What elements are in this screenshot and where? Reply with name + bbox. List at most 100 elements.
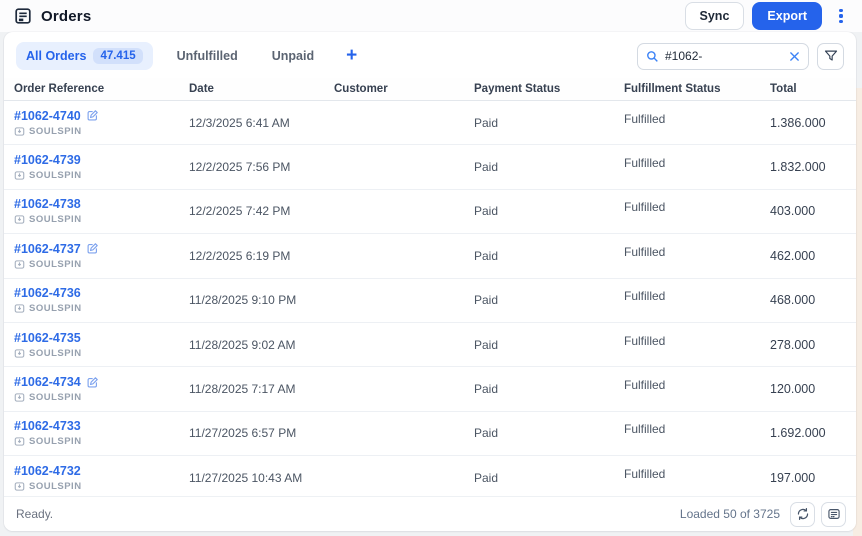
top-bar: Orders Sync Export <box>0 0 862 32</box>
source-tag-icon <box>14 436 25 447</box>
col-payment-status[interactable]: Payment Status <box>470 83 620 95</box>
order-source: SOULSPIN <box>29 436 82 448</box>
order-date: 11/28/2025 9:10 PM <box>189 293 297 308</box>
order-total: 468.000 <box>770 293 816 308</box>
order-link[interactable]: #1062-4732 <box>14 464 81 478</box>
order-date: 11/27/2025 6:57 PM <box>189 426 297 441</box>
order-date: 12/2/2025 7:56 PM <box>189 160 291 175</box>
order-total: 403.000 <box>770 204 816 219</box>
order-link[interactable]: #1062-4737 <box>14 242 81 256</box>
order-link[interactable]: #1062-4733 <box>14 419 81 433</box>
order-date: 11/28/2025 7:17 AM <box>189 382 296 397</box>
source-tag-icon <box>14 126 25 137</box>
sync-button[interactable]: Sync <box>684 2 745 30</box>
tab-label: Unfulfilled <box>176 49 238 63</box>
order-reference-cell: #1062-4740 SOULSPIN <box>10 109 185 137</box>
kebab-menu-icon[interactable] <box>832 5 850 27</box>
tab-unpaid[interactable]: Unpaid <box>262 43 324 69</box>
order-reference-cell: #1062-4733 SOULSPIN <box>10 419 185 447</box>
order-link[interactable]: #1062-4735 <box>14 331 81 345</box>
payment-status: Paid <box>474 337 499 352</box>
order-source: SOULSPIN <box>29 347 82 359</box>
order-total: 278.000 <box>770 337 816 352</box>
search-input[interactable] <box>665 49 783 63</box>
order-total: 120.000 <box>770 382 816 397</box>
source-tag-icon <box>14 348 25 359</box>
table-row[interactable]: #1062-4740 SOULSPIN 12/3/2025 6:41 AM Pa… <box>4 101 856 146</box>
edit-pencil-icon[interactable] <box>86 242 99 255</box>
export-button[interactable]: Export <box>752 2 822 30</box>
table-row[interactable]: #1062-4736 SOULSPIN 11/28/2025 9:10 PM P… <box>4 279 856 323</box>
search-icon <box>646 50 659 63</box>
order-reference-cell: #1062-4736 SOULSPIN <box>10 286 185 314</box>
order-reference-cell: #1062-4732 SOULSPIN <box>10 464 185 492</box>
payment-status: Paid <box>474 115 499 130</box>
order-link[interactable]: #1062-4736 <box>14 286 81 300</box>
source-tag-icon <box>14 392 25 403</box>
order-reference-cell: #1062-4735 SOULSPIN <box>10 331 185 359</box>
edit-pencil-icon[interactable] <box>86 376 99 389</box>
toolbar: All Orders 47.415 Unfulfilled Unpaid + <box>4 32 856 78</box>
clear-icon[interactable] <box>789 51 800 62</box>
table-row[interactable]: #1062-4734 SOULSPIN 11/28/2025 7:17 AM P… <box>4 367 856 412</box>
source-tag-icon <box>14 481 25 492</box>
add-view-button[interactable]: + <box>342 46 361 67</box>
order-total: 1.832.000 <box>770 160 826 175</box>
order-link[interactable]: #1062-4734 <box>14 375 81 389</box>
status-bar: Ready. Loaded 50 of 3725 <box>4 496 856 531</box>
col-customer[interactable]: Customer <box>330 83 470 95</box>
fulfillment-status: Fulfilled <box>624 422 666 437</box>
order-source: SOULSPIN <box>29 480 82 492</box>
source-tag-icon <box>14 303 25 314</box>
fulfillment-status: Fulfilled <box>624 378 666 393</box>
search-box[interactable] <box>637 42 809 70</box>
order-reference-cell: #1062-4734 SOULSPIN <box>10 375 185 403</box>
col-fulfillment-status[interactable]: Fulfillment Status <box>620 83 766 95</box>
filter-button[interactable] <box>817 42 844 70</box>
order-reference-cell: #1062-4739 SOULSPIN <box>10 153 185 181</box>
page-title: Orders <box>41 7 92 25</box>
table-row[interactable]: #1062-4739 SOULSPIN 12/2/2025 7:56 PM Pa… <box>4 145 856 190</box>
order-source: SOULSPIN <box>29 258 82 270</box>
source-tag-icon <box>14 214 25 225</box>
col-date[interactable]: Date <box>185 83 330 95</box>
fulfillment-status: Fulfilled <box>624 244 666 259</box>
payment-status: Paid <box>474 204 499 219</box>
orders-icon <box>14 7 32 25</box>
edit-pencil-icon[interactable] <box>86 109 99 122</box>
payment-status: Paid <box>474 248 499 263</box>
order-date: 11/28/2025 9:02 AM <box>189 337 296 352</box>
order-link[interactable]: #1062-4740 <box>14 109 81 123</box>
fulfillment-status: Fulfilled <box>624 156 666 171</box>
order-link[interactable]: #1062-4739 <box>14 153 81 167</box>
fulfillment-status: Fulfilled <box>624 466 666 481</box>
table-row[interactable]: #1062-4732 SOULSPIN 11/27/2025 10:43 AM … <box>4 456 856 496</box>
table-row[interactable]: #1062-4738 SOULSPIN 12/2/2025 7:42 PM Pa… <box>4 190 856 235</box>
order-reference-cell: #1062-4737 SOULSPIN <box>10 242 185 270</box>
tab-all-orders[interactable]: All Orders 47.415 <box>16 42 153 70</box>
table-row[interactable]: #1062-4733 SOULSPIN 11/27/2025 6:57 PM P… <box>4 412 856 457</box>
table-row[interactable]: #1062-4737 SOULSPIN 12/2/2025 6:19 PM Pa… <box>4 234 856 279</box>
tab-label: Unpaid <box>271 49 315 63</box>
order-total: 1.386.000 <box>770 115 826 130</box>
status-text: Ready. <box>16 507 54 521</box>
order-link[interactable]: #1062-4738 <box>14 197 81 211</box>
order-source: SOULSPIN <box>29 303 82 315</box>
log-panel-icon <box>827 507 841 521</box>
table-row[interactable]: #1062-4735 SOULSPIN 11/28/2025 9:02 AM P… <box>4 323 856 368</box>
fulfillment-status: Fulfilled <box>624 111 666 126</box>
col-order-reference[interactable]: Order Reference <box>10 83 185 95</box>
payment-status: Paid <box>474 293 499 308</box>
order-reference-cell: #1062-4738 SOULSPIN <box>10 197 185 225</box>
fulfillment-status: Fulfilled <box>624 333 666 348</box>
payment-status: Paid <box>474 470 499 485</box>
log-panel-button[interactable] <box>821 501 846 527</box>
loaded-count: Loaded 50 of 3725 <box>679 507 780 521</box>
orders-count-badge: 47.415 <box>93 48 143 64</box>
search-area <box>637 42 844 70</box>
order-date: 12/2/2025 7:42 PM <box>189 204 291 219</box>
col-total[interactable]: Total <box>766 83 856 95</box>
refresh-button[interactable] <box>790 501 815 527</box>
payment-status: Paid <box>474 426 499 441</box>
tab-unfulfilled[interactable]: Unfulfilled <box>167 43 248 69</box>
